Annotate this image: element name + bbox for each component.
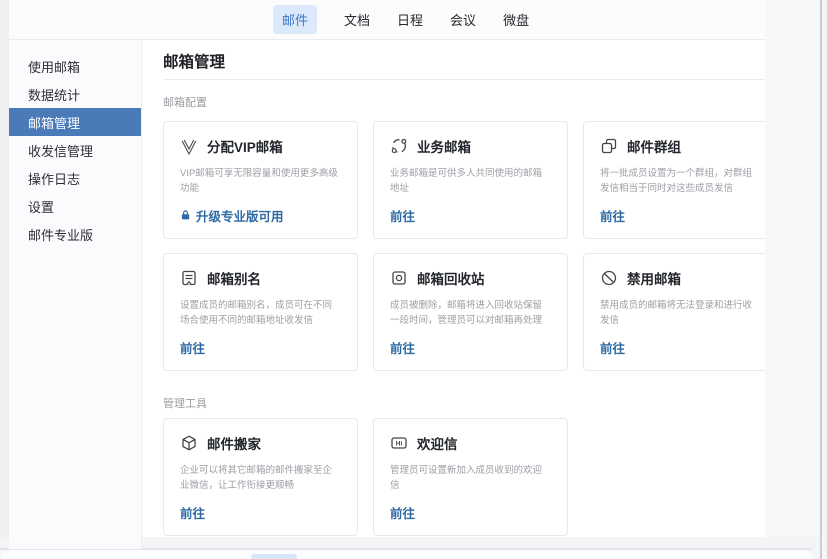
card-title: 分配VIP邮箱 [207, 136, 283, 156]
section-0: 邮箱配置分配VIP邮箱 VIP邮箱可享无限容量和使用更多高级功能升级专业版可用 业务… [163, 94, 765, 371]
section-label: 邮箱配置 [163, 94, 765, 110]
section-label: 管理工具 [163, 395, 765, 411]
card-description: 禁用成员的邮箱将无法登录和进行收发信 [600, 298, 761, 328]
mailbox-recycle-icon [390, 269, 408, 287]
window-right-gutter [765, 0, 820, 548]
card-row: 邮件搬家企业可以将其它邮箱的邮件搬家至企业微信，让工作衔接更顺畅前往 Hi 欢迎信管… [163, 418, 765, 536]
card-title: 邮箱回收站 [417, 268, 485, 288]
main-content: 邮箱管理 邮箱配置分配VIP邮箱 VIP邮箱可享无限容量和使用更多高级功能升级专业… [142, 40, 765, 537]
card-title: 邮箱别名 [207, 268, 261, 288]
sidebar-item-mailbox-management[interactable]: 邮箱管理 [9, 108, 141, 136]
card-head: 禁用邮箱 [600, 268, 761, 288]
sidebar-item-settings[interactable]: 设置 [9, 192, 141, 220]
tab-drive[interactable]: 微盘 [503, 5, 529, 34]
page-title: 邮箱管理 [163, 50, 765, 72]
card-footer-label: 前往 [390, 206, 415, 225]
tab-docs[interactable]: 文档 [344, 5, 370, 34]
go-link[interactable]: 前往 [390, 503, 415, 522]
tab-calendar[interactable]: 日程 [397, 5, 423, 34]
go-link[interactable]: 前往 [390, 206, 415, 225]
next-page-active-tab [251, 554, 297, 559]
card-alias[interactable]: 邮箱别名设置成员的邮箱别名，成员可在不同场合使用不同的邮箱地址收发信前往 [163, 253, 358, 371]
go-link[interactable]: 前往 [600, 206, 625, 225]
disable-mailbox-icon [600, 269, 618, 287]
card-title: 欢迎信 [417, 433, 458, 453]
tab-mail[interactable]: 邮件 [273, 5, 317, 34]
card-title: 邮件群组 [627, 136, 681, 156]
card-head: 业务邮箱 [390, 136, 551, 156]
card-description: 成员被删除，邮箱将进入回收站保留一段时间，管理员可以对邮箱再处理 [390, 298, 551, 328]
window-left-gutter [0, 0, 9, 548]
card-row: 邮箱别名设置成员的邮箱别名，成员可在不同场合使用不同的邮箱地址收发信前往邮箱回收… [163, 253, 765, 371]
svg-text:Hi: Hi [396, 441, 403, 448]
card-disable[interactable]: 禁用邮箱禁用成员的邮箱将无法登录和进行收发信前往 [583, 253, 765, 371]
go-link[interactable]: 前往 [390, 338, 415, 357]
card-welcome[interactable]: Hi 欢迎信管理员可设置新加入成员收到的欢迎信前往 [373, 418, 568, 536]
business-mailbox-icon [390, 137, 408, 155]
top-bar: 邮件文档日程会议微盘 [9, 0, 765, 40]
card-description: 业务邮箱是可供多人共同使用的邮箱地址 [390, 166, 551, 196]
sidebar-item-send-receive[interactable]: 收发信管理 [9, 136, 141, 164]
card-footer-label: 前往 [390, 503, 415, 522]
card-title: 邮件搬家 [207, 433, 261, 453]
card-description: VIP邮箱可享无限容量和使用更多高级功能 [180, 166, 341, 196]
card-head: 邮箱别名 [180, 268, 341, 288]
card-description: 管理员可设置新加入成员收到的欢迎信 [390, 463, 551, 493]
card-row: 分配VIP邮箱VIP邮箱可享无限容量和使用更多高级功能升级专业版可用业务邮箱业务… [163, 121, 765, 239]
sidebar-item-data-stats[interactable]: 数据统计 [9, 80, 141, 108]
mailbox-alias-icon [180, 269, 198, 287]
card-description: 企业可以将其它邮箱的邮件搬家至企业微信，让工作衔接更顺畅 [180, 463, 341, 493]
sidebar: 使用邮箱数据统计邮箱管理收发信管理操作日志设置邮件专业版 [9, 40, 142, 549]
sidebar-item-mail-pro[interactable]: 邮件专业版 [9, 220, 141, 248]
card-title: 业务邮箱 [417, 136, 471, 156]
card-description: 将一批成员设置为一个群组，对群组发信相当于同时对这些成员发信 [600, 166, 761, 196]
card-group[interactable]: 邮件群组将一批成员设置为一个群组，对群组发信相当于同时对这些成员发信前往 [583, 121, 765, 239]
lock-icon [180, 209, 191, 221]
mail-move-icon [180, 434, 198, 452]
go-link[interactable]: 前往 [600, 338, 625, 357]
card-footer-label: 前往 [180, 338, 205, 357]
card-head: 邮箱回收站 [390, 268, 551, 288]
sidebar-item-use-mailbox[interactable]: 使用邮箱 [9, 52, 141, 80]
welcome-letter-icon: Hi [390, 434, 408, 452]
card-footer-label: 前往 [390, 338, 415, 357]
mail-group-icon [600, 137, 618, 155]
section-1: 管理工具邮件搬家企业可以将其它邮箱的邮件搬家至企业微信，让工作衔接更顺畅前往Hi… [163, 395, 765, 536]
card-footer-label: 前往 [600, 206, 625, 225]
next-page-preview [2, 550, 812, 559]
card-head: 分配VIP邮箱 [180, 136, 341, 156]
card-vip[interactable]: 分配VIP邮箱 VIP邮箱可享无限容量和使用更多高级功能升级专业版可用 [163, 121, 358, 239]
card-head: Hi 欢迎信 [390, 433, 551, 453]
card-description: 设置成员的邮箱别名，成员可在不同场合使用不同的邮箱地址收发信 [180, 298, 341, 328]
go-link[interactable]: 前往 [180, 338, 205, 357]
upgrade-link[interactable]: 升级专业版可用 [180, 206, 284, 225]
sidebar-item-operation-log[interactable]: 操作日志 [9, 164, 141, 192]
card-head: 邮件搬家 [180, 433, 341, 453]
window-border [820, 0, 822, 559]
top-tabs: 邮件文档日程会议微盘 [273, 0, 529, 39]
card-footer-label: 前往 [600, 338, 625, 357]
card-business[interactable]: 业务邮箱业务邮箱是可供多人共同使用的邮箱地址前往 [373, 121, 568, 239]
card-recycle[interactable]: 邮箱回收站成员被删除，邮箱将进入回收站保留一段时间，管理员可以对邮箱再处理前往 [373, 253, 568, 371]
card-move[interactable]: 邮件搬家企业可以将其它邮箱的邮件搬家至企业微信，让工作衔接更顺畅前往 [163, 418, 358, 536]
card-footer-label: 升级专业版可用 [196, 206, 284, 225]
card-head: 邮件群组 [600, 136, 761, 156]
vip-icon [180, 137, 198, 155]
tab-meeting[interactable]: 会议 [450, 5, 476, 34]
card-title: 禁用邮箱 [627, 268, 681, 288]
card-footer-label: 前往 [180, 503, 205, 522]
page-header: 邮箱管理 [163, 40, 765, 80]
go-link[interactable]: 前往 [180, 503, 205, 522]
